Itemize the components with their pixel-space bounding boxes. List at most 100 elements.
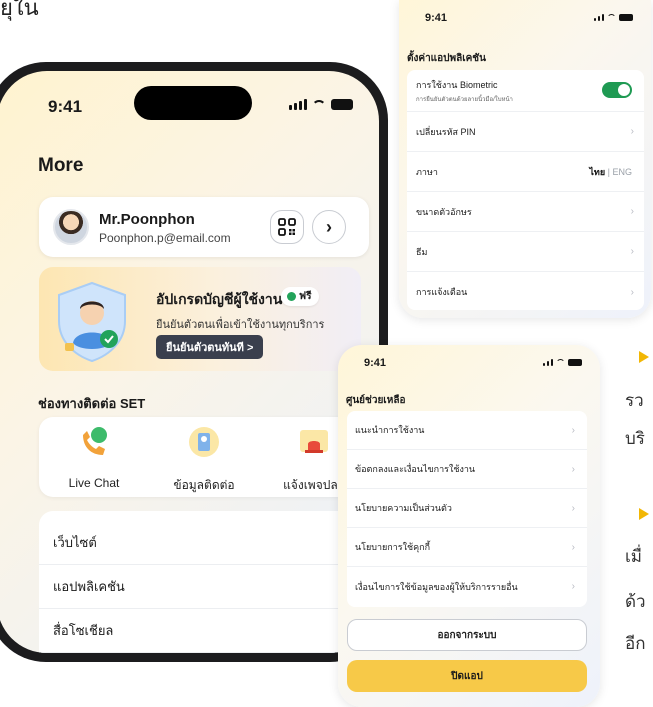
- status-bar: 9:41: [0, 71, 379, 131]
- help-item-guide[interactable]: แนะนำการใช้งาน ›: [347, 411, 587, 450]
- status-time: 9:41: [48, 97, 83, 116]
- language-thai[interactable]: ไทย: [589, 167, 605, 177]
- setting-notifications[interactable]: การแจ้งเตือน ›: [407, 272, 644, 312]
- setting-label: การใช้งาน Biometric: [416, 79, 498, 90]
- language-english[interactable]: ENG: [612, 167, 632, 177]
- contact-label: Live Chat: [68, 476, 120, 490]
- setting-font-size[interactable]: ขนาดตัวอักษร ›: [407, 192, 644, 232]
- chevron-right-icon: ›: [571, 581, 575, 592]
- biometric-toggle[interactable]: [602, 82, 632, 98]
- qr-code-button[interactable]: [270, 210, 304, 244]
- chevron-right-icon: ›: [571, 502, 575, 514]
- contact-live-chat[interactable]: Live Chat: [39, 425, 149, 490]
- profile-card[interactable]: Mr.Poonphon Poonphon.p@email.com ›: [39, 197, 369, 257]
- setting-theme[interactable]: ธีม ›: [407, 232, 644, 272]
- setting-label: ภาษา: [416, 166, 438, 177]
- corner-text: ยุใน: [0, 0, 39, 20]
- side-text: รว: [625, 391, 644, 410]
- setting-label: ธีม: [416, 246, 428, 257]
- help-item-privacy[interactable]: นโยบายความเป็นส่วนตัว ›: [347, 489, 587, 528]
- help-label: นโยบายความเป็นส่วนตัว: [355, 503, 452, 513]
- side-text: อีก: [625, 634, 646, 653]
- help-item-terms[interactable]: ข้อตกลงและเงื่อนไขการใช้งาน ›: [347, 450, 587, 489]
- help-item-cookies[interactable]: นโยบายการใช้คุกกี้ ›: [347, 528, 587, 567]
- status-bar: 9:41: [338, 345, 600, 375]
- setting-label: การแจ้งเตือน: [416, 287, 468, 297]
- status-time: 9:41: [364, 357, 387, 369]
- chevron-right-icon: ›: [630, 246, 634, 257]
- contact-card: Live Chat ข้อมูลติดต่อ แจ้งเพจปลอ: [39, 417, 369, 497]
- verify-now-button[interactable]: ยืนยันตัวตนทันที >: [156, 335, 264, 359]
- setting-biometric[interactable]: การใช้งาน Biometric การยืนยันตัวตนด้วยลา…: [407, 70, 644, 112]
- help-item-third-party-data[interactable]: เงื่อนไขการใช้ข้อมูลของผู้ให้บริการรายอื…: [347, 567, 587, 606]
- menu-item-application[interactable]: แอปพลิเคชัน: [39, 565, 369, 609]
- contact-section-title: ช่องทางติดต่อ SET: [38, 396, 146, 411]
- qr-code-icon: [278, 218, 296, 236]
- menu-card: เว็บไซต์ แอปพลิเคชัน สื่อโซเชียล: [39, 511, 369, 653]
- free-badge: ฟรี: [281, 287, 320, 306]
- side-text: ด้ว: [625, 592, 646, 611]
- help-list: แนะนำการใช้งาน › ข้อตกลงและเงื่อนไขการใช้…: [347, 411, 587, 607]
- chevron-right-icon: ›: [630, 206, 634, 217]
- side-text: เมื่: [625, 547, 643, 566]
- chevron-right-icon: ›: [630, 126, 634, 137]
- status-time: 9:41: [425, 12, 448, 24]
- menu-item-social-media[interactable]: สื่อโซเชียล: [39, 609, 369, 653]
- profile-chevron-button[interactable]: ›: [312, 210, 346, 244]
- setting-label: ขนาดตัวอักษร: [416, 206, 472, 217]
- signal-icon: [289, 99, 307, 110]
- chevron-right-icon: ›: [571, 541, 575, 553]
- check-circle-icon: [287, 292, 296, 301]
- settings-header: ตั้งค่าแอปพลิเคชัน: [407, 53, 486, 64]
- contact-label: ข้อมูลติดต่อ: [173, 478, 235, 492]
- chevron-right-icon: ›: [571, 463, 575, 475]
- help-label: ข้อตกลงและเงื่อนไขการใช้งาน: [355, 464, 476, 474]
- setting-label: เปลี่ยนรหัส PIN: [416, 126, 476, 137]
- chevron-right-icon: ›: [571, 424, 575, 436]
- language-separator: |: [607, 166, 610, 177]
- setting-language[interactable]: ภาษา ไทย | ENG: [407, 152, 644, 192]
- close-app-button[interactable]: ปิดแอป: [347, 660, 587, 692]
- wifi-icon: [312, 99, 326, 110]
- upgrade-subtitle: ยืนยันตัวตนเพื่อเข้าใช้งานทุกบริการ: [156, 319, 325, 331]
- help-label: เงื่อนไขการใช้ข้อมูลของผู้ให้บริการรายอื…: [355, 581, 518, 592]
- battery-icon: [619, 14, 633, 21]
- signal-icon: [594, 14, 604, 21]
- arrow-bullet-icon: [639, 351, 649, 363]
- avatar: [53, 209, 89, 245]
- help-label: นโยบายการใช้คุกกี้: [355, 542, 431, 552]
- help-center-screen: 9:41 ศูนย์ช่วยเหลือ แนะนำการใช้งาน › ข้อต…: [338, 345, 600, 707]
- side-text: บริ: [625, 429, 645, 448]
- wifi-icon: [556, 359, 565, 366]
- free-badge-label: ฟรี: [299, 291, 312, 302]
- chat-phone-icon: [83, 427, 107, 455]
- logout-button[interactable]: ออกจากระบบ: [347, 619, 587, 651]
- battery-icon: [331, 99, 353, 110]
- signal-icon: [543, 359, 553, 366]
- upgrade-card[interactable]: อัปเกรดบัญชีผู้ใช้งาน ฟรี ยืนยันตัวตนเพื…: [39, 267, 361, 371]
- main-screen: 9:41 More Mr.Poonphon Poonphon.p@email.c…: [0, 71, 379, 653]
- check-icon: [618, 84, 630, 96]
- settings-list: การใช้งาน Biometric การยืนยันตัวตนด้วยลา…: [407, 70, 644, 310]
- main-phone: 9:41 More Mr.Poonphon Poonphon.p@email.c…: [0, 62, 388, 662]
- verified-shield-icon: [58, 281, 126, 363]
- help-label: แนะนำการใช้งาน: [355, 425, 425, 435]
- chevron-right-icon: ›: [630, 286, 634, 298]
- chevron-right-icon: ›: [326, 216, 332, 237]
- wifi-icon: [607, 14, 616, 21]
- upgrade-title: อัปเกรดบัญชีผู้ใช้งาน: [156, 291, 283, 307]
- page-title: More: [38, 155, 84, 176]
- arrow-bullet-icon: [639, 508, 649, 520]
- profile-name: Mr.Poonphon: [99, 211, 195, 228]
- profile-email: Poonphon.p@email.com: [99, 231, 231, 245]
- setting-change-pin[interactable]: เปลี่ยนรหัส PIN ›: [407, 112, 644, 152]
- help-header: ศูนย์ช่วยเหลือ: [346, 395, 406, 406]
- menu-item-website[interactable]: เว็บไซต์: [39, 521, 369, 565]
- stage: ยุใน 9:41 More Mr.Poonphon Poonphon.p@em…: [0, 0, 653, 707]
- alert-siren-icon: [300, 430, 328, 453]
- status-bar: 9:41: [399, 0, 651, 30]
- setting-sublabel: การยืนยันตัวตนด้วยลายนิ้วมือ/ใบหน้า: [416, 96, 513, 103]
- contact-info-icon: [189, 427, 219, 457]
- contact-info[interactable]: ข้อมูลติดต่อ: [149, 425, 259, 495]
- language-switch[interactable]: ไทย | ENG: [589, 165, 632, 179]
